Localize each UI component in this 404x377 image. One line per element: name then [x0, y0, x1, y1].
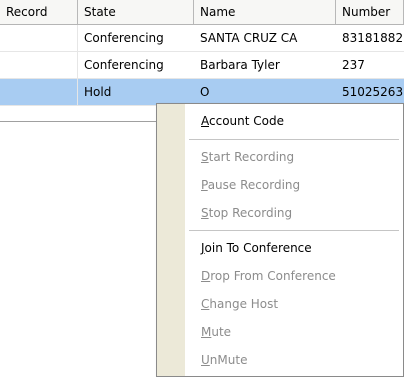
menu-item-start-recording[interactable]: Start Recording — [186, 146, 401, 168]
table-row-selected[interactable]: Hold O 51025263 — [0, 79, 404, 106]
menu-item-label: Mute — [201, 325, 232, 339]
state-cell: Conferencing — [84, 58, 164, 72]
menu-item-label: Drop From Conference — [201, 269, 336, 283]
menu-item-unmute[interactable]: UnMute — [186, 349, 401, 371]
menu-item-label: UnMute — [201, 353, 248, 367]
number-cell: 237 — [342, 58, 365, 72]
menu-item-label: Start Recording — [201, 150, 295, 164]
menu-item-label: Pause Recording — [201, 178, 301, 192]
name-cell: SANTA CRUZ CA — [200, 31, 298, 45]
column-header-name[interactable]: Name — [194, 0, 336, 24]
name-cell: Barbara Tyler — [200, 58, 280, 72]
menu-separator — [189, 230, 399, 231]
column-header-state[interactable]: State — [78, 0, 194, 24]
record-cell — [0, 52, 78, 78]
grid-header: Record State Name Number — [0, 0, 404, 25]
state-cell: Conferencing — [84, 31, 164, 45]
menu-item-label: Stop Recording — [201, 206, 293, 220]
menu-item-join-to-conference[interactable]: Join To Conference — [186, 237, 401, 259]
menu-item-label: Account Code — [201, 114, 284, 128]
context-menu: Account Code Start Recording Pause Recordi… — [156, 103, 404, 377]
name-cell: O — [200, 85, 210, 99]
number-cell: 83181882 — [342, 31, 404, 45]
number-cell: 51025263 — [342, 85, 404, 99]
record-cell — [0, 79, 78, 105]
menu-item-mute[interactable]: Mute — [186, 321, 401, 343]
table-row[interactable]: Conferencing SANTA CRUZ CA 83181882 — [0, 25, 404, 52]
menu-item-drop-from-conference[interactable]: Drop From Conference — [186, 265, 401, 287]
column-header-record[interactable]: Record — [0, 0, 78, 24]
menu-item-label: Change Host — [201, 297, 279, 311]
column-header-number[interactable]: Number — [336, 0, 404, 24]
menu-icon-gutter — [157, 104, 185, 376]
menu-item-label: Join To Conference — [201, 241, 312, 255]
table-row[interactable]: Conferencing Barbara Tyler 237 — [0, 52, 404, 79]
menu-separator — [189, 139, 399, 140]
menu-item-stop-recording[interactable]: Stop Recording — [186, 202, 401, 224]
menu-item-pause-recording[interactable]: Pause Recording — [186, 174, 401, 196]
menu-item-account-code[interactable]: Account Code — [186, 110, 401, 132]
record-cell — [0, 25, 78, 51]
menu-item-change-host[interactable]: Change Host — [186, 293, 401, 315]
state-cell: Hold — [84, 85, 112, 99]
